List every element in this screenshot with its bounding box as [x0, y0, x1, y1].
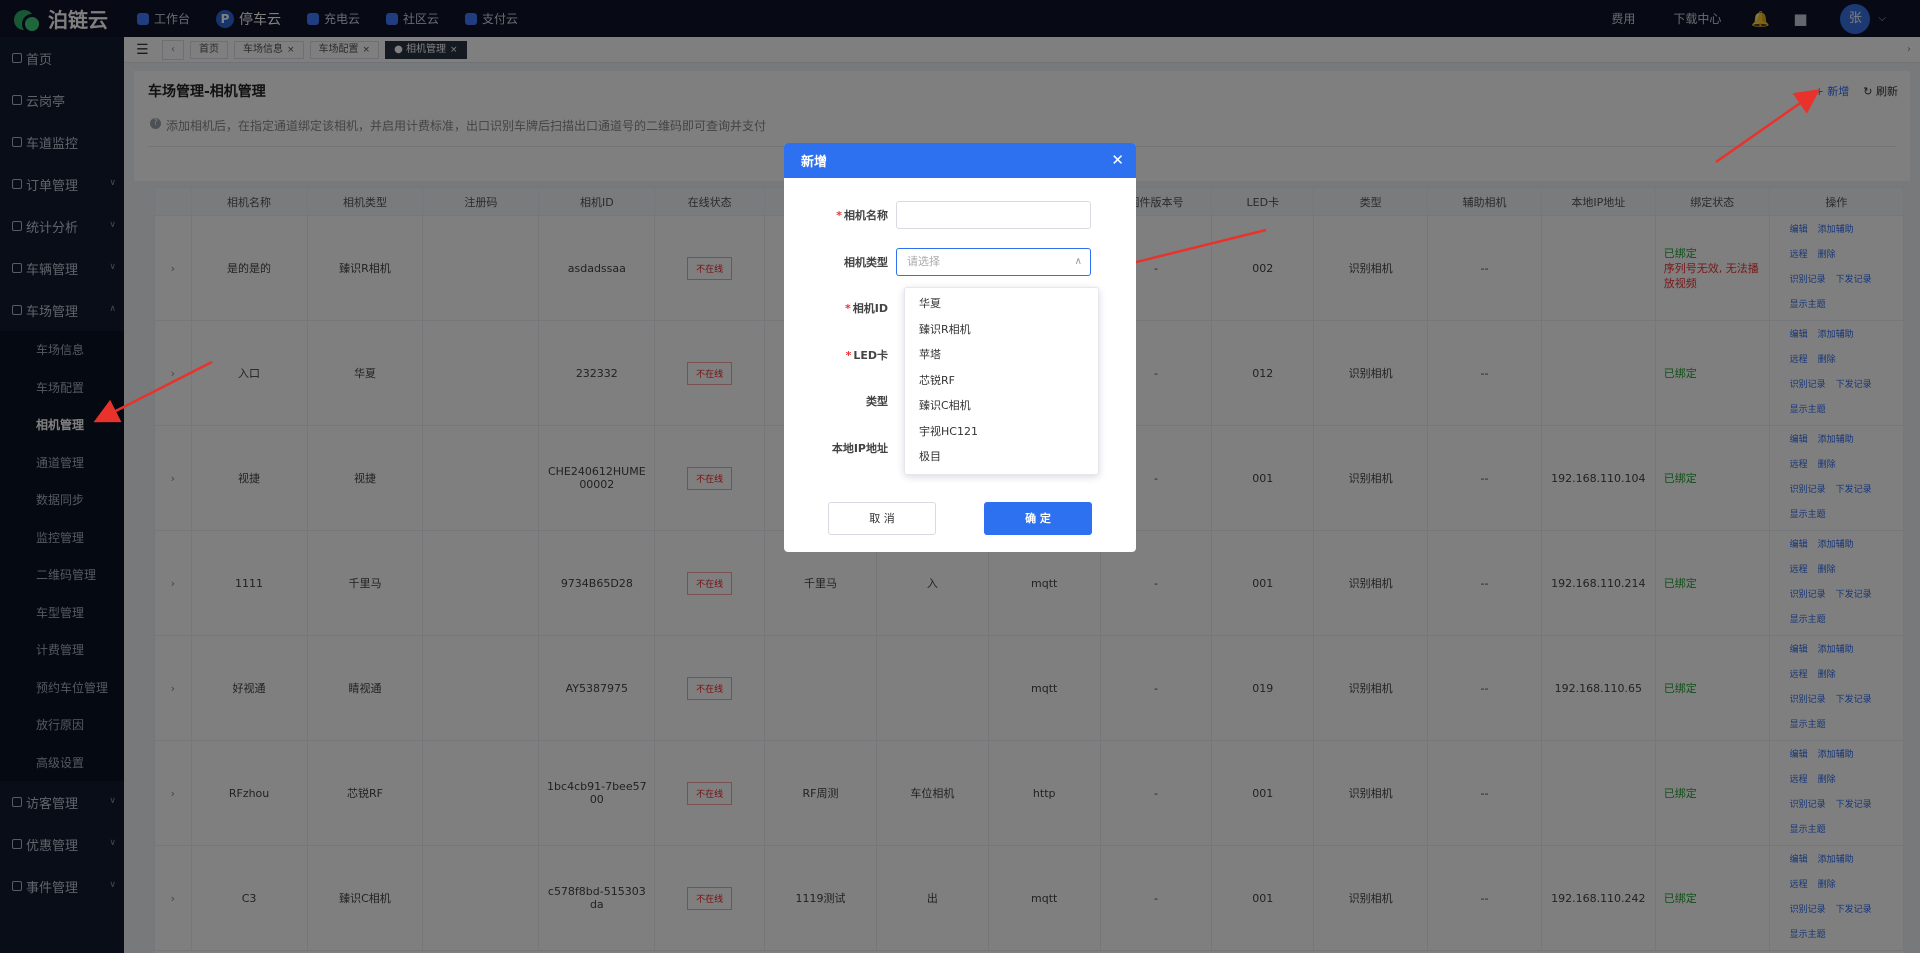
field-label-text: 相机ID: [852, 302, 888, 315]
field-camera-name: * 相机名称: [784, 200, 1136, 230]
field-label: * LED卡: [784, 347, 896, 363]
dropdown-option[interactable]: 芯锐RF: [905, 368, 1098, 394]
required-mark: *: [845, 349, 852, 362]
close-icon[interactable]: ✕: [1111, 151, 1124, 169]
dropdown-option[interactable]: 臻识C相机: [905, 393, 1098, 419]
required-mark: *: [845, 302, 851, 315]
field-label: 相机类型: [844, 256, 888, 269]
dropdown-option[interactable]: 苹塔: [905, 342, 1098, 368]
select-placeholder: 请选择: [907, 255, 940, 268]
field-label: * 相机名称: [784, 207, 896, 223]
dropdown-option[interactable]: 极目: [905, 444, 1098, 470]
dialog-header: 新增 ✕: [784, 143, 1136, 178]
cancel-button[interactable]: 取 消: [828, 502, 936, 535]
camera-name-input[interactable]: [896, 201, 1091, 229]
required-mark: *: [836, 209, 842, 222]
field-label: * 相机ID: [784, 300, 896, 316]
field-label: 本地IP地址: [831, 442, 888, 455]
dropdown-option[interactable]: 臻识R相机: [905, 317, 1098, 343]
confirm-button[interactable]: 确 定: [984, 502, 1092, 535]
camera-type-select[interactable]: 请选择 ∧: [896, 248, 1091, 276]
chevron-up-icon: ∧: [1074, 256, 1082, 267]
field-label-text: 相机名称: [844, 209, 888, 222]
camera-type-dropdown: 华夏 臻识R相机 苹塔 芯锐RF 臻识C相机 宇视HC121 极目: [904, 287, 1099, 475]
dialog-title: 新增: [801, 155, 828, 170]
dropdown-option[interactable]: 宇视HC121: [905, 419, 1098, 445]
field-label: 类型: [866, 395, 888, 408]
field-label-text: LED卡: [853, 349, 888, 362]
field-camera-type: 相机类型 请选择 ∧: [784, 247, 1136, 277]
add-camera-dialog: 新增 ✕ * 相机名称 相机类型 请选择 ∧ * 相机ID * LED卡 类型 本地IP…: [784, 143, 1136, 552]
dropdown-option[interactable]: 华夏: [905, 291, 1098, 317]
